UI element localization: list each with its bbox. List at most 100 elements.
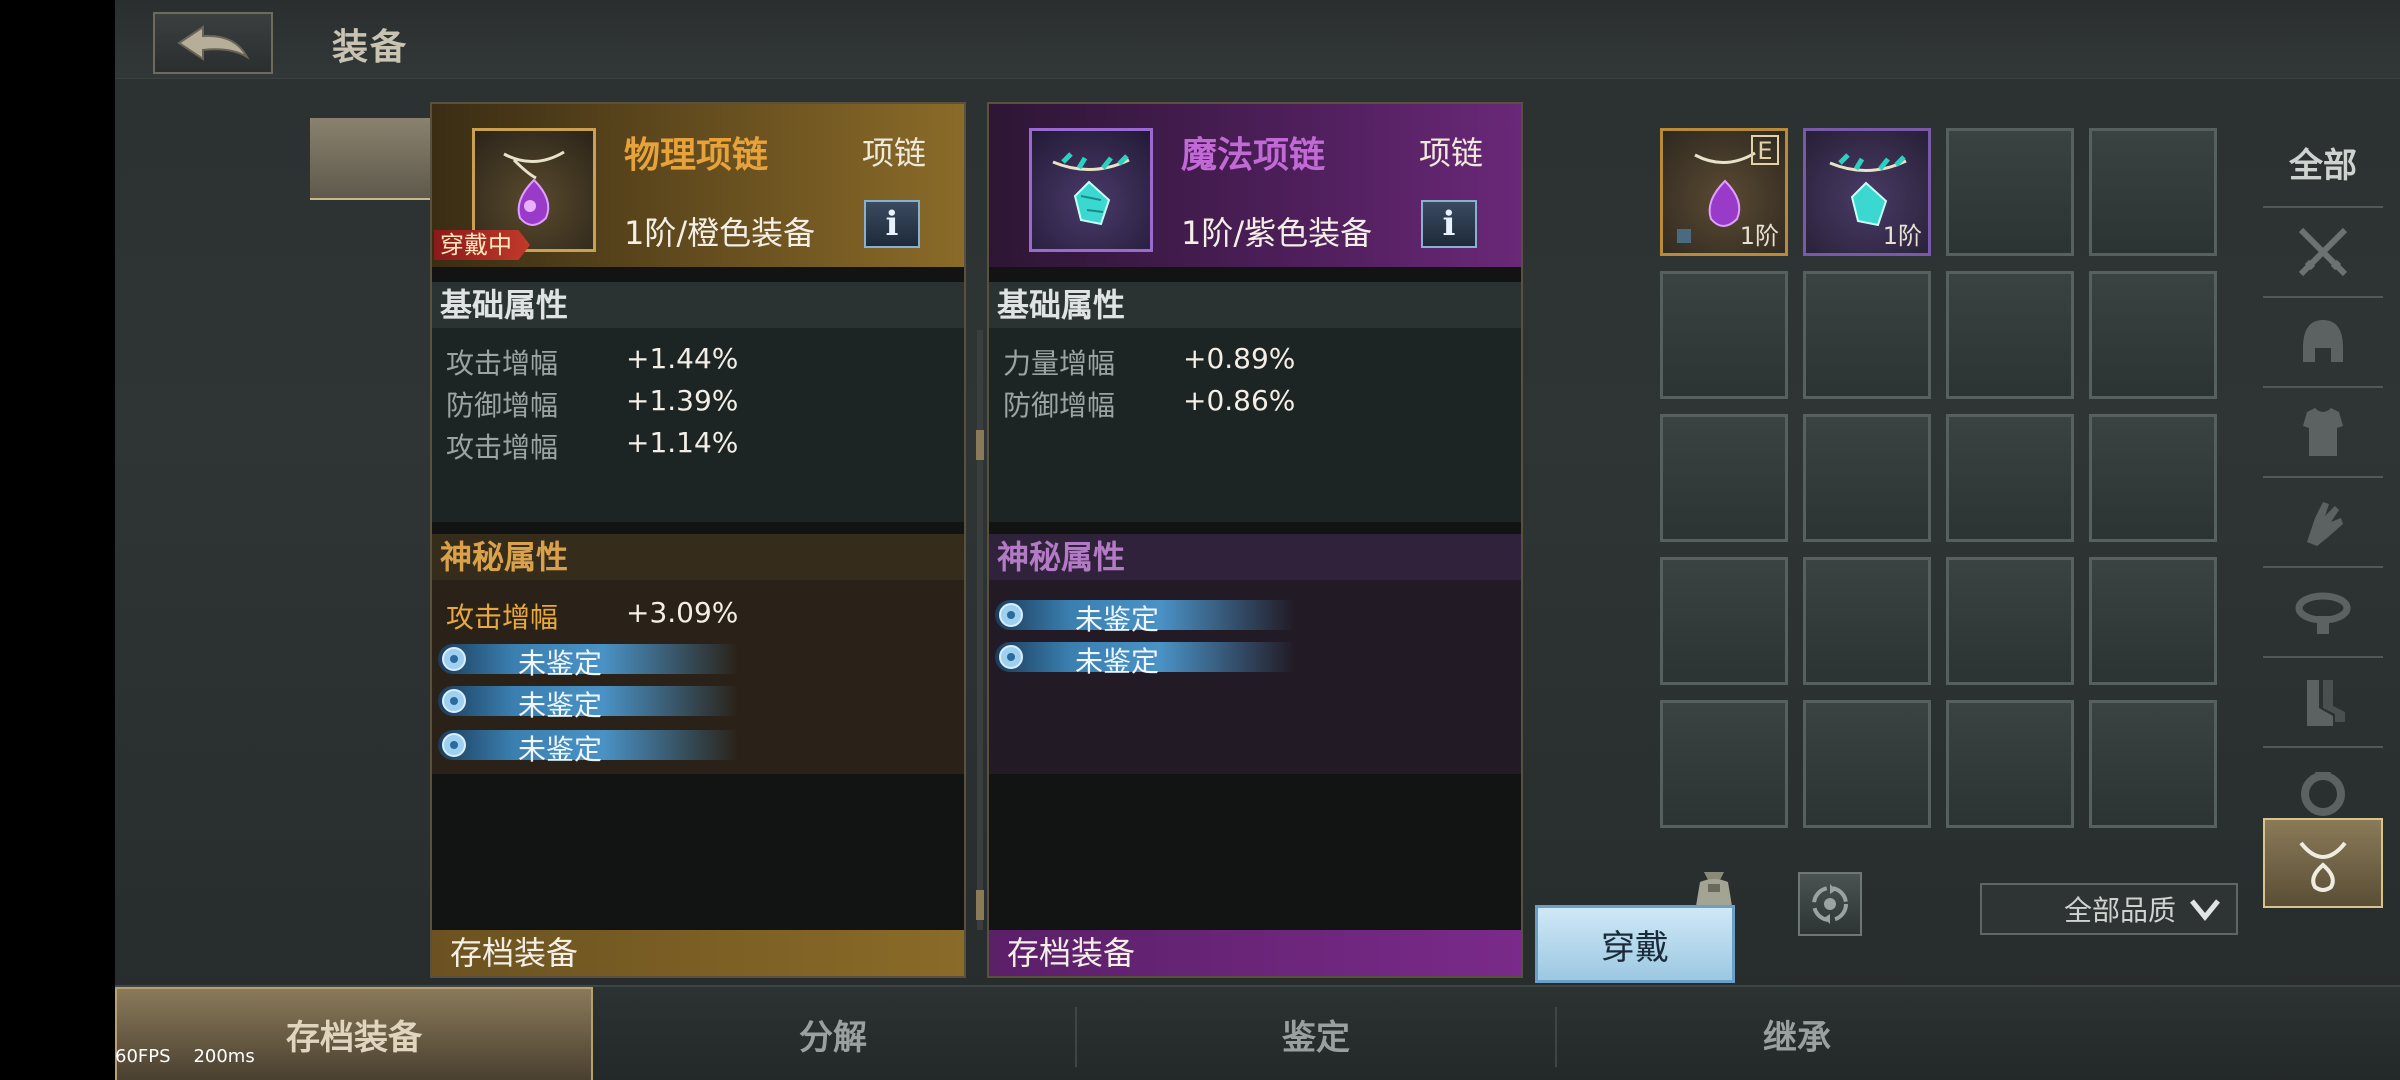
save-equipment-label[interactable]: 存档装备 (432, 930, 964, 976)
gear-icon (442, 689, 466, 713)
category-necklace[interactable] (2263, 818, 2383, 908)
inventory-slot-empty[interactable] (2089, 414, 2217, 542)
inventory-slot-empty[interactable] (1803, 414, 1931, 542)
inventory-slot-empty[interactable] (1946, 700, 2074, 828)
inventory-slot-empty[interactable] (1660, 557, 1788, 685)
fps-overlay: 60FPS 200ms (115, 1046, 255, 1067)
item-type: 项链 (1419, 134, 1484, 172)
attribute-row: 攻击增幅 +1.44% (432, 342, 964, 382)
inventory-slot-empty[interactable] (1803, 557, 1931, 685)
back-button[interactable] (153, 12, 273, 74)
attribute-value: +1.14% (626, 426, 739, 459)
category-weapon[interactable] (2263, 208, 2383, 298)
equipped-badge: E (1751, 135, 1779, 165)
save-equipment-label[interactable]: 存档装备 (989, 930, 1521, 976)
gauntlet-icon (2307, 502, 2343, 546)
quality-filter-dropdown[interactable]: 全部品质 (1980, 883, 2238, 935)
chevron-down-icon (2190, 899, 2220, 921)
wear-button[interactable]: 穿戴 (1535, 905, 1735, 983)
attribute-name: 攻击增幅 (446, 601, 559, 634)
equipment-screen: 装备 穿戴中 物理项链 项链 1阶/橙色装备 i 基础属性 攻击增幅 +1.44… (115, 0, 2400, 1080)
category-gloves[interactable] (2263, 478, 2383, 568)
section-title: 基础属性 (432, 282, 964, 328)
inventory-slot-empty[interactable] (1660, 271, 1788, 399)
mystic-attributes-section: 神秘属性 攻击增幅 +3.09% 未鉴定 未鉴定 未鉴定 (432, 534, 964, 774)
inventory-slot-empty[interactable] (1946, 128, 2074, 256)
inventory-slot[interactable]: 1阶 (1803, 128, 1931, 256)
gear-icon (442, 647, 466, 671)
boots-icon (2307, 680, 2345, 726)
unidentified-label: 未鉴定 (518, 647, 603, 680)
category-belt[interactable] (2263, 568, 2383, 658)
helmet-icon (2303, 320, 2343, 362)
necklace-icon (2299, 841, 2347, 892)
attribute-name: 防御增幅 (446, 389, 559, 422)
attribute-row: 力量增幅 +0.89% (989, 342, 1521, 382)
attribute-row: 防御增幅 +0.86% (989, 384, 1521, 424)
section-title: 基础属性 (989, 282, 1521, 328)
inventory-slot-empty[interactable] (1946, 557, 2074, 685)
category-all[interactable]: 全部 (2263, 118, 2383, 208)
gear-icon (999, 645, 1023, 669)
gear-icon (999, 603, 1023, 627)
category-boots[interactable] (2263, 658, 2383, 748)
inventory-slot-empty[interactable] (1803, 700, 1931, 828)
side-tab[interactable] (310, 118, 430, 200)
panel-header: 魔法项链 项链 1阶/紫色装备 i (989, 104, 1521, 267)
category-helmet[interactable] (2263, 298, 2383, 388)
ping-value: 200ms (193, 1046, 255, 1067)
unidentified-label: 未鉴定 (1075, 645, 1160, 678)
inventory-slot-empty[interactable] (2089, 700, 2217, 828)
inventory-slot-empty[interactable] (1660, 700, 1788, 828)
category-armor[interactable] (2263, 388, 2383, 478)
recycle-icon[interactable] (1798, 872, 1862, 936)
quality-filter-label: 全部品质 (2063, 894, 2176, 927)
info-button[interactable]: i (1421, 200, 1477, 248)
unidentified-attribute: 未鉴定 (438, 686, 738, 722)
ring-icon (2301, 772, 2345, 816)
inventory-slot-empty[interactable] (2089, 557, 2217, 685)
slot-level: 1阶 (1739, 222, 1779, 250)
unidentified-attribute: 未鉴定 (438, 730, 738, 766)
category-all-label: 全部 (2289, 145, 2357, 186)
attribute-name: 力量增幅 (1003, 347, 1116, 380)
tab-decompose[interactable]: 分解 (593, 987, 1073, 1080)
attribute-value: +0.86% (1183, 384, 1296, 417)
belt-icon (2295, 592, 2351, 634)
armor-icon (2303, 408, 2343, 456)
bottom-tab-bar: 存档装备 分解 鉴定 继承 (115, 985, 2400, 1080)
inventory-slot-empty[interactable] (1660, 414, 1788, 542)
inventory-slot-empty[interactable] (1803, 271, 1931, 399)
item-grade: 1阶/橙色装备 (624, 214, 816, 252)
unidentified-attribute: 未鉴定 (438, 644, 738, 680)
attribute-value: +1.39% (626, 384, 739, 417)
item-icon-frame (1029, 128, 1153, 252)
inventory-slot-empty[interactable] (2089, 128, 2217, 256)
panel-header: 穿戴中 物理项链 项链 1阶/橙色装备 i (432, 104, 964, 267)
attribute-row: 防御增幅 +1.39% (432, 384, 964, 424)
attribute-name: 防御增幅 (1003, 389, 1116, 422)
tab-inherit[interactable]: 继承 (1557, 987, 2037, 1080)
top-bar: 装备 (115, 0, 2400, 79)
attribute-name: 攻击增幅 (446, 347, 559, 380)
unidentified-label: 未鉴定 (1075, 603, 1160, 636)
category-filter-bar: 全部 (2263, 118, 2383, 908)
inventory-slot-empty[interactable] (1946, 414, 2074, 542)
unidentified-label: 未鉴定 (518, 689, 603, 722)
fps-value: 60FPS (115, 1046, 171, 1067)
cyan-crystal-necklace-icon (1052, 152, 1130, 226)
unidentified-attribute: 未鉴定 (995, 600, 1295, 636)
crossed-swords-icon (2298, 227, 2348, 277)
panel-divider-ornament (976, 330, 984, 930)
equipment-detail-panel-magic: 魔法项链 项链 1阶/紫色装备 i 基础属性 力量增幅 +0.89% 防御增幅 … (987, 102, 1523, 978)
back-arrow-icon (177, 25, 250, 61)
item-type: 项链 (862, 134, 927, 172)
info-button[interactable]: i (864, 200, 920, 248)
tab-identify[interactable]: 鉴定 (1077, 987, 1555, 1080)
inventory-slot-empty[interactable] (1946, 271, 2074, 399)
equipment-detail-panel-physical: 穿戴中 物理项链 项链 1阶/橙色装备 i 基础属性 攻击增幅 +1.44% 防… (430, 102, 966, 978)
inventory-slot[interactable]: E 1阶 (1660, 128, 1788, 256)
socket-icon (1677, 229, 1691, 243)
inventory-slot-empty[interactable] (2089, 271, 2217, 399)
attribute-name: 攻击增幅 (446, 431, 559, 464)
